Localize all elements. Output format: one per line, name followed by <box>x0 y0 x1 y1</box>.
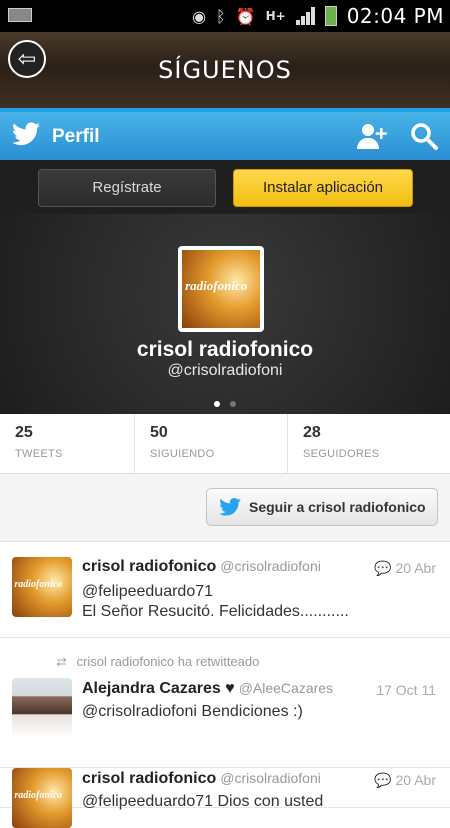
profile-avatar[interactable]: radiofonico <box>178 246 264 332</box>
tweet-time-text: 20 Abr <box>395 560 436 576</box>
retweet-note-text: crisol radiofonico ha retwitteado <box>76 654 260 669</box>
follow-button-label: Seguir a crisol radiofonico <box>249 499 426 515</box>
profile-name: crisol radiofonico <box>136 338 314 361</box>
profile-tab-title: Perfil <box>52 126 100 147</box>
tweet-author[interactable]: Alejandra Cazares ♥ @AleeCazares <box>82 680 333 698</box>
follow-button[interactable]: Seguir a crisol radiofonico <box>206 488 438 526</box>
tweet-timestamp: 💬 20 Abr <box>374 560 436 577</box>
tweet-timestamp: 💬 20 Abr <box>374 772 436 789</box>
retweet-note: ⇄ crisol radiofonico ha retwitteado <box>56 654 259 670</box>
tweet-author[interactable]: crisol radiofonico @crisolradiofoni <box>82 558 321 576</box>
eye-icon: ◉ <box>192 6 207 26</box>
profile-handle: @crisolradiofoni <box>167 362 283 379</box>
tweet-text: @felipeeduardo71 El Señor Resucitó. Feli… <box>82 582 438 622</box>
avatar-image: radiofonico <box>182 250 260 328</box>
retweet-icon: ⇄ <box>56 654 67 669</box>
comment-icon: 💬 <box>374 560 392 576</box>
tweet-line: @crisolradiofoni Bendiciones :) <box>82 703 303 720</box>
network-type: H+ <box>265 9 286 23</box>
stat-value: 50 <box>150 424 168 441</box>
page-dot-active <box>213 401 220 407</box>
stat-tweets[interactable]: 25 TWEETS <box>0 414 134 474</box>
page-indicator <box>0 394 450 412</box>
status-icons: ◉ ᛒ ⏰ H+ 02:04 PM <box>192 0 444 32</box>
profile-banner: radiofonico crisol radiofonico @crisolra… <box>0 214 450 414</box>
stat-following[interactable]: 50 SIGUIENDO <box>134 414 287 474</box>
action-bar: Regístrate Instalar aplicación <box>0 160 450 214</box>
stat-value: 25 <box>15 424 33 441</box>
tweet-avatar[interactable] <box>12 678 72 738</box>
tweet-avatar[interactable]: radiofonico <box>12 768 72 828</box>
tweet-author-name: crisol radiofonico <box>82 770 217 787</box>
tweet-author-name: crisol radiofonico <box>82 558 217 575</box>
avatar-logo-text: radiofonico <box>14 789 63 801</box>
stat-label: TWEETS <box>15 448 63 460</box>
page-title: SÍGUENOS <box>158 56 292 84</box>
tweet-item[interactable]: ⇄ crisol radiofonico ha retwitteado Alej… <box>0 638 450 768</box>
comment-icon: 💬 <box>374 772 392 788</box>
avatar-image: radiofonico <box>12 557 72 617</box>
avatar-logo-text: radiofonico <box>14 578 63 590</box>
stats-row: 25 TWEETS 50 SIGUIENDO 28 SEGUIDORES <box>0 414 450 474</box>
twitter-bird-icon <box>219 498 241 516</box>
tweet-line: El Señor Resucitó. Felicidades..........… <box>82 603 349 620</box>
alarm-icon: ⏰ <box>235 6 256 26</box>
page-dot <box>230 401 237 407</box>
tweet-author-handle: @AleeCazares <box>238 680 334 696</box>
tweet-item[interactable]: radiofonico crisol radiofonico @crisolrad… <box>0 542 450 638</box>
tweet-line: @felipeeduardo71 <box>82 583 214 600</box>
twitter-bird-icon <box>12 122 40 146</box>
install-app-button[interactable]: Instalar aplicación <box>233 169 413 207</box>
tweet-author[interactable]: crisol radiofonico @crisolradiofoni <box>82 770 321 788</box>
tweet-text: @crisolradiofoni Bendiciones :) <box>82 702 438 722</box>
twitter-bar: Perfil <box>0 108 450 160</box>
tweet-line: @felipeeduardo71 Dios con usted <box>82 793 324 810</box>
tweet-author-handle: @crisolradiofoni <box>220 558 321 574</box>
avatar-image: radiofonico <box>12 768 72 828</box>
clock: 02:04 PM <box>346 4 444 28</box>
bluetooth-icon: ᛒ <box>216 6 226 26</box>
tweet-avatar[interactable]: radiofonico <box>12 557 72 617</box>
signal-icon <box>295 7 315 25</box>
stat-label: SIGUIENDO <box>150 448 215 460</box>
tweet-time-text: 20 Abr <box>395 772 436 788</box>
app-header: ⇦ SÍGUENOS <box>0 32 450 108</box>
search-icon[interactable] <box>410 122 438 150</box>
stat-followers[interactable]: 28 SEGUIDORES <box>287 414 450 474</box>
tweet-item[interactable]: radiofonico crisol radiofonico @crisolrad… <box>0 768 450 828</box>
tweet-author-name: Alejandra Cazares ♥ <box>82 680 235 697</box>
follow-area: Seguir a crisol radiofonico <box>0 474 450 542</box>
register-button[interactable]: Regístrate <box>38 169 216 207</box>
tweet-text: @felipeeduardo71 Dios con usted <box>82 792 438 812</box>
stat-label: SEGUIDORES <box>303 448 380 460</box>
avatar-logo-text: radiofonico <box>185 278 248 294</box>
battery-icon <box>324 6 337 26</box>
tweet-timestamp: 17 Oct 11 <box>376 682 436 698</box>
status-bar: ◉ ᛒ ⏰ H+ 02:04 PM <box>0 0 450 32</box>
tweet-author-handle: @crisolradiofoni <box>220 770 321 786</box>
stat-value: 28 <box>303 424 321 441</box>
add-user-icon[interactable] <box>356 122 388 150</box>
notification-icon <box>8 8 32 22</box>
